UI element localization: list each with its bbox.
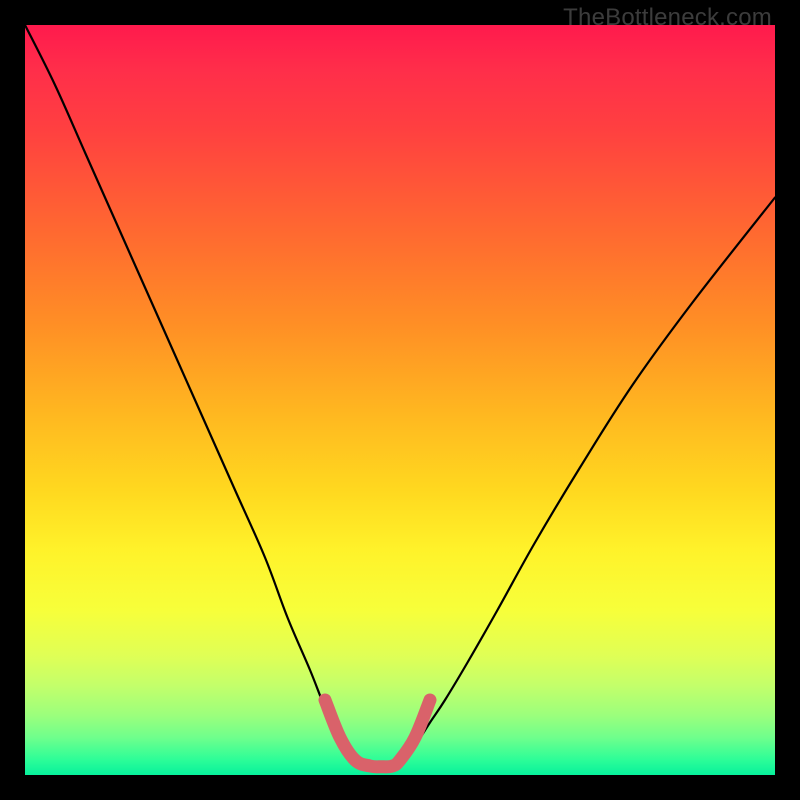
curve-layer (25, 25, 775, 775)
plot-area (25, 25, 775, 775)
right-curve (400, 198, 775, 761)
bottom-highlight (325, 700, 430, 767)
left-curve (25, 25, 355, 760)
chart-frame: TheBottleneck.com (0, 0, 800, 800)
